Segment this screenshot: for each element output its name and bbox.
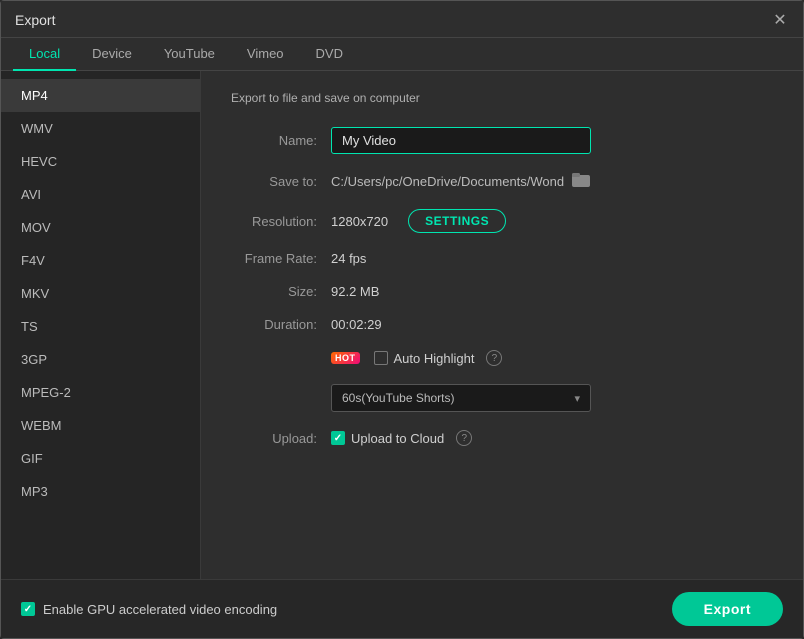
sidebar-item-f4v[interactable]: F4V <box>1 244 200 277</box>
sidebar-item-gif[interactable]: GIF <box>1 442 200 475</box>
resolution-value: 1280x720 <box>331 214 388 229</box>
main-panel: Export to file and save on computer Name… <box>201 71 803 579</box>
save-to-row: Save to: C:/Users/pc/OneDrive/Documents/… <box>231 172 773 191</box>
window-title: Export <box>15 12 55 28</box>
tab-vimeo[interactable]: Vimeo <box>231 38 300 71</box>
tab-device[interactable]: Device <box>76 38 148 71</box>
dropdown-value: 60s(YouTube Shorts) <box>342 391 455 405</box>
close-button[interactable]: ✕ <box>771 11 789 29</box>
auto-highlight-help-icon[interactable]: ? <box>486 350 502 366</box>
name-label: Name: <box>231 133 331 148</box>
resolution-label: Resolution: <box>231 214 331 229</box>
duration-dropdown[interactable]: 60s(YouTube Shorts) ▾ <box>331 384 591 412</box>
export-window: Export ✕ Local Device YouTube Vimeo DVD … <box>0 0 804 639</box>
sidebar-item-wmv[interactable]: WMV <box>1 112 200 145</box>
sidebar-item-ts[interactable]: TS <box>1 310 200 343</box>
dropdown-row: 60s(YouTube Shorts) ▾ <box>231 384 773 412</box>
frame-rate-label: Frame Rate: <box>231 251 331 266</box>
size-row: Size: 92.2 MB <box>231 284 773 299</box>
name-input[interactable] <box>331 127 591 154</box>
dropdown-arrow-icon: ▾ <box>574 392 580 405</box>
frame-rate-value: 24 fps <box>331 251 366 266</box>
folder-icon[interactable] <box>572 172 590 191</box>
tab-youtube[interactable]: YouTube <box>148 38 231 71</box>
close-icon: ✕ <box>773 10 786 30</box>
frame-rate-row: Frame Rate: 24 fps <box>231 251 773 266</box>
tab-bar: Local Device YouTube Vimeo DVD <box>1 38 803 71</box>
upload-label: Upload: <box>231 431 331 446</box>
sidebar-item-hevc[interactable]: HEVC <box>1 145 200 178</box>
tab-dvd[interactable]: DVD <box>300 38 359 71</box>
hot-badge: HOT <box>331 352 360 364</box>
gpu-label: Enable GPU accelerated video encoding <box>43 602 277 617</box>
gpu-row: Enable GPU accelerated video encoding <box>21 602 277 617</box>
export-button[interactable]: Export <box>672 592 783 626</box>
content-area: MP4 WMV HEVC AVI MOV F4V MKV TS 3GP MPEG… <box>1 71 803 579</box>
settings-button[interactable]: SETTINGS <box>408 209 506 233</box>
upload-help-icon[interactable]: ? <box>456 430 472 446</box>
name-row: Name: <box>231 127 773 154</box>
sidebar-item-3gp[interactable]: 3GP <box>1 343 200 376</box>
bottom-bar: Enable GPU accelerated video encoding Ex… <box>1 579 803 638</box>
sidebar-item-mp4[interactable]: MP4 <box>1 79 200 112</box>
title-bar: Export ✕ <box>1 1 803 38</box>
duration-value: 00:02:29 <box>331 317 382 332</box>
duration-label: Duration: <box>231 317 331 332</box>
gpu-checkbox[interactable] <box>21 602 35 616</box>
section-title: Export to file and save on computer <box>231 91 773 105</box>
sidebar-item-mov[interactable]: MOV <box>1 211 200 244</box>
duration-row: Duration: 00:02:29 <box>231 317 773 332</box>
auto-highlight-label: Auto Highlight <box>394 351 475 366</box>
upload-to-cloud-checkbox[interactable] <box>331 431 345 445</box>
auto-highlight-row: HOT Auto Highlight ? <box>231 350 773 366</box>
auto-highlight-checkbox[interactable] <box>374 351 388 365</box>
sidebar-item-mpeg2[interactable]: MPEG-2 <box>1 376 200 409</box>
save-to-label: Save to: <box>231 174 331 189</box>
upload-to-cloud-label: Upload to Cloud <box>351 431 444 446</box>
resolution-row: Resolution: 1280x720 SETTINGS <box>231 209 773 233</box>
save-path-text: C:/Users/pc/OneDrive/Documents/Wond <box>331 174 564 189</box>
sidebar-item-avi[interactable]: AVI <box>1 178 200 211</box>
tab-local[interactable]: Local <box>13 38 76 71</box>
size-value: 92.2 MB <box>331 284 379 299</box>
save-path-area: C:/Users/pc/OneDrive/Documents/Wond <box>331 172 590 191</box>
sidebar-item-mp3[interactable]: MP3 <box>1 475 200 508</box>
sidebar-item-webm[interactable]: WEBM <box>1 409 200 442</box>
sidebar: MP4 WMV HEVC AVI MOV F4V MKV TS 3GP MPEG… <box>1 71 201 579</box>
sidebar-item-mkv[interactable]: MKV <box>1 277 200 310</box>
upload-row: Upload: Upload to Cloud ? <box>231 430 773 446</box>
upload-to-cloud-area: Upload to Cloud ? <box>331 430 472 446</box>
size-label: Size: <box>231 284 331 299</box>
